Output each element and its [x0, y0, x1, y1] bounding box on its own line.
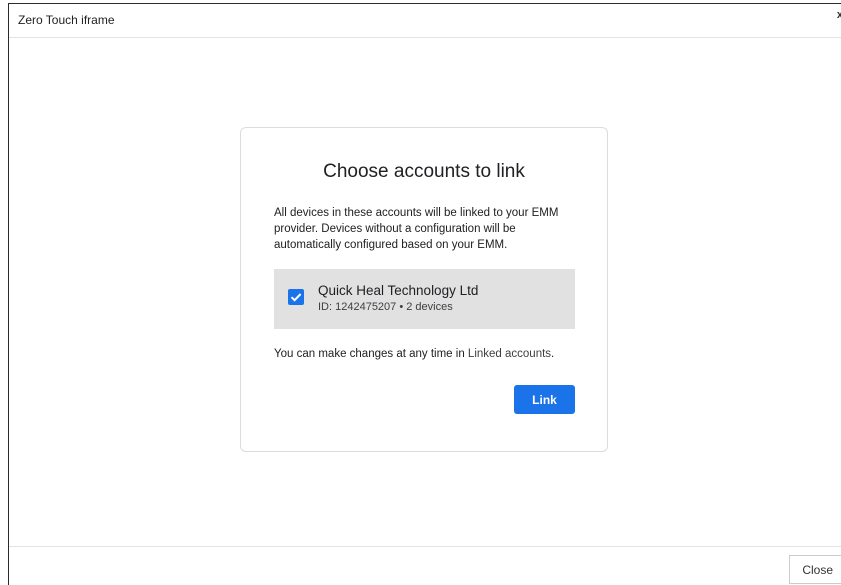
account-name: Quick Heal Technology Ltd — [318, 283, 479, 298]
close-button[interactable]: Close — [789, 555, 841, 584]
link-button[interactable]: Link — [514, 385, 575, 414]
note-suffix: . — [551, 348, 555, 360]
linked-accounts-text: Linked accounts — [467, 348, 552, 360]
checkmark-icon — [290, 293, 302, 302]
dialog-header: Zero Touch iframe x — [9, 4, 841, 38]
note-prefix: You can make changes at any time in — [274, 348, 468, 360]
card-description: All devices in these accounts will be li… — [274, 207, 559, 251]
dialog-title: Zero Touch iframe — [18, 13, 115, 27]
link-accounts-card: Choose accounts to link All devices in t… — [240, 127, 608, 452]
close-icon[interactable]: x — [837, 9, 841, 21]
account-row[interactable]: Quick Heal Technology Ltd ID: 1242475207… — [274, 269, 575, 329]
account-checkbox[interactable] — [288, 289, 304, 305]
dialog-footer: Close — [9, 546, 841, 585]
card-note: You can make changes at any time in Link… — [274, 348, 554, 360]
zero-touch-dialog: Zero Touch iframe x Choose accounts to l… — [8, 3, 841, 585]
account-meta: ID: 1242475207 • 2 devices — [318, 301, 453, 313]
card-title: Choose accounts to link — [323, 161, 525, 182]
